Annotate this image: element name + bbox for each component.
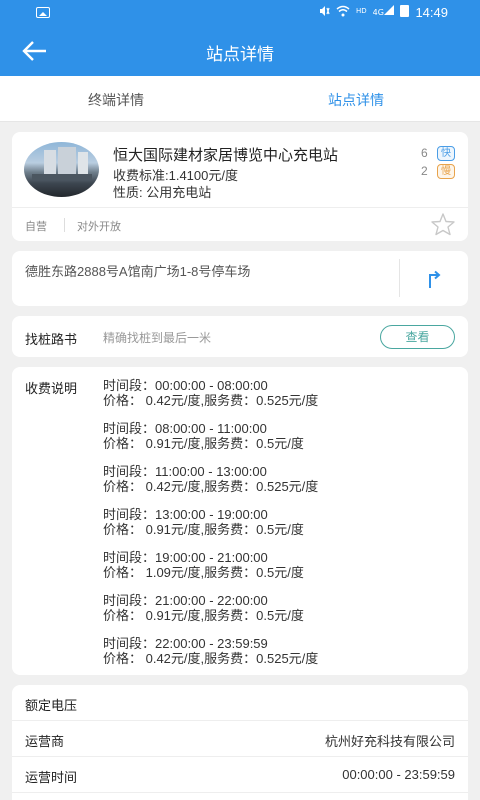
- fast-charge-badge: 快: [437, 146, 455, 161]
- pile-guide-card: 找桩路书 精确找桩到最后一米 查看: [12, 316, 468, 357]
- image-icon: [36, 7, 50, 18]
- status-bar: HD 4G 14:49: [0, 0, 480, 26]
- period-time: 时间段：13:00:00 - 19:00:00: [103, 507, 268, 522]
- station-info-card: 额定电压 运营商 杭州好充科技有限公司 运营时间 00:00:00 - 23:5…: [12, 685, 468, 800]
- period-price: 价格： 0.91元/度,服务费：0.5元/度: [103, 522, 304, 537]
- station-photo: [24, 142, 99, 197]
- fee-period: 时间段：08:00:00 - 11:00:00 价格： 0.91元/度,服务费：…: [103, 421, 304, 451]
- header-bar: 站点详情: [0, 26, 480, 76]
- tag-self-operated: 自营: [25, 221, 47, 233]
- fast-charger-count: 6: [421, 146, 428, 160]
- period-time: 时间段：19:00:00 - 21:00:00: [103, 550, 268, 565]
- tab-bar: 终端详情 站点详情: [0, 76, 480, 122]
- period-price: 价格： 1.09元/度,服务费：0.5元/度: [103, 565, 304, 580]
- info-row-rated-voltage: 额定电压: [12, 685, 468, 721]
- favorite-star-icon[interactable]: [430, 212, 456, 236]
- tab-terminal-details[interactable]: 终端详情: [88, 90, 144, 110]
- navigation-icon[interactable]: [422, 266, 446, 290]
- wifi-icon: [336, 5, 350, 17]
- fee-period: 时间段：19:00:00 - 21:00:00 价格： 1.09元/度,服务费：…: [103, 550, 304, 580]
- fee-period: 时间段：11:00:00 - 13:00:00 价格： 0.42元/度,服务费：…: [103, 464, 318, 494]
- view-guide-button[interactable]: 查看: [380, 325, 455, 349]
- fee-period: 时间段：21:00:00 - 22:00:00 价格： 0.91元/度,服务费：…: [103, 593, 304, 623]
- info-row-operator: 运营商 杭州好充科技有限公司: [12, 721, 468, 757]
- pile-guide-desc: 精确找桩到最后一米: [103, 331, 212, 345]
- info-value: 00:00:00 - 23:59:59: [342, 767, 455, 782]
- station-name: 恒大国际建材家居博览中心充电站: [113, 147, 339, 164]
- fee-description-label: 收费说明: [25, 381, 78, 396]
- period-time: 时间段：22:00:00 - 23:59:59: [103, 636, 268, 651]
- pile-guide-label: 找桩路书: [25, 332, 78, 347]
- station-address: 德胜东路2888号A馆南广场1-8号停车场: [25, 264, 251, 279]
- period-price: 价格： 0.91元/度,服务费：0.5元/度: [103, 436, 304, 451]
- battery-icon: [399, 5, 409, 17]
- divider: [399, 259, 400, 297]
- period-price: 价格： 0.42元/度,服务费：0.525元/度: [103, 651, 319, 666]
- period-time: 时间段：08:00:00 - 11:00:00: [103, 421, 267, 436]
- period-time: 时间段：00:00:00 - 08:00:00: [103, 378, 268, 393]
- station-nature: 性质: 公用充电站: [113, 185, 212, 200]
- period-price: 价格： 0.91元/度,服务费：0.5元/度: [103, 608, 304, 623]
- period-time: 时间段：21:00:00 - 22:00:00: [103, 593, 268, 608]
- tag-separator: [64, 218, 65, 232]
- fee-description-card: 收费说明 时间段：00:00:00 - 08:00:00 价格： 0.42元/度…: [12, 367, 468, 675]
- signal-icon: 4G: [373, 5, 394, 17]
- info-key: 运营时间: [25, 770, 78, 785]
- address-card: 德胜东路2888号A馆南广场1-8号停车场: [12, 251, 468, 306]
- info-row-operating-hours: 运营时间 00:00:00 - 23:59:59: [12, 757, 468, 793]
- divider: [12, 207, 468, 208]
- info-key: 运营商: [25, 734, 65, 749]
- slow-charge-badge: 慢: [437, 164, 455, 179]
- info-key: 额定电压: [25, 698, 78, 713]
- period-price: 价格： 0.42元/度,服务费：0.525元/度: [103, 393, 319, 408]
- hd-icon: HD: [356, 7, 367, 15]
- fee-period: 时间段：22:00:00 - 23:59:59 价格： 0.42元/度,服务费：…: [103, 636, 318, 666]
- status-icons: HD 4G: [318, 5, 409, 17]
- info-value: 杭州好充科技有限公司: [324, 734, 455, 749]
- slow-charger-count: 2: [421, 164, 428, 178]
- period-time: 时间段：11:00:00 - 13:00:00: [103, 464, 267, 479]
- page-title: 站点详情: [206, 45, 274, 64]
- mute-icon: [320, 6, 330, 16]
- status-time: 14:49: [415, 5, 448, 20]
- fee-period: 时间段：13:00:00 - 19:00:00 价格： 0.91元/度,服务费：…: [103, 507, 304, 537]
- station-card: 恒大国际建材家居博览中心充电站 收费标准:1.4100元/度 性质: 公用充电站…: [12, 132, 468, 241]
- tag-open-to-public: 对外开放: [77, 221, 121, 233]
- fee-period: 时间段：00:00:00 - 08:00:00 价格： 0.42元/度,服务费：…: [103, 378, 318, 408]
- period-price: 价格： 0.42元/度,服务费：0.525元/度: [103, 479, 319, 494]
- tab-station-details[interactable]: 站点详情: [328, 90, 384, 110]
